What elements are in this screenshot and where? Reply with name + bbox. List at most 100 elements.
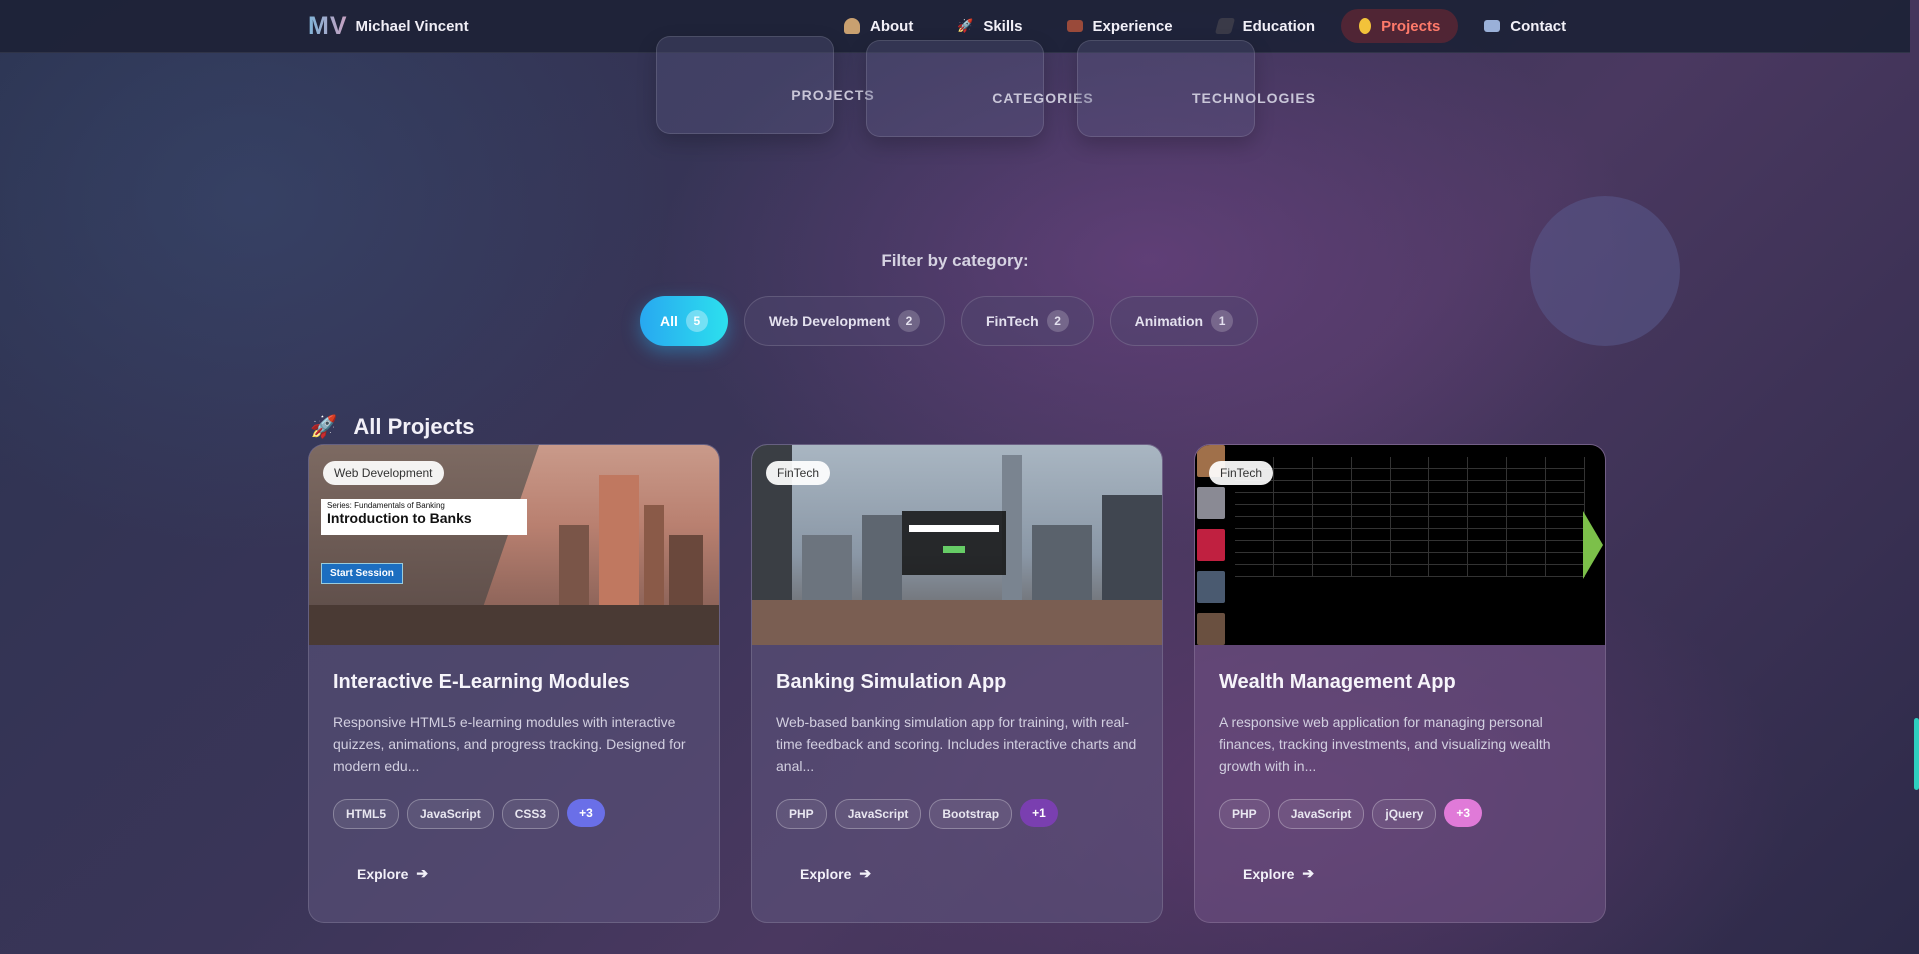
filter-chips: All 5 Web Development 2 FinTech 2 Animat… bbox=[640, 296, 1259, 346]
explore-label: Explore bbox=[357, 865, 409, 882]
tech-tags: HTML5 JavaScript CSS3 +3 bbox=[333, 799, 605, 829]
rocket-icon: 🚀 bbox=[957, 18, 974, 33]
tech-tag: CSS3 bbox=[501, 799, 560, 829]
nav-link-label: Education bbox=[1242, 17, 1316, 35]
card-title: Wealth Management App bbox=[1219, 671, 1456, 693]
explore-button[interactable]: Explore ➔ bbox=[1243, 865, 1314, 882]
card-title: Banking Simulation App bbox=[776, 671, 1007, 693]
chip-count: 2 bbox=[898, 310, 920, 332]
arrow-right-icon: ➔ bbox=[1302, 865, 1315, 881]
category-badge: FinTech bbox=[1209, 461, 1274, 485]
explore-label: Explore bbox=[800, 865, 852, 882]
photo bbox=[1197, 529, 1225, 561]
card-description: A responsive web application for managin… bbox=[1219, 714, 1551, 774]
section-title: 🚀 All Projects bbox=[310, 414, 474, 440]
modal-title bbox=[902, 515, 1006, 521]
tech-tag: Bootstrap bbox=[929, 799, 1013, 829]
scrollbar-thumb[interactable] bbox=[1914, 718, 1919, 790]
photo bbox=[1197, 613, 1225, 645]
brand-name: Michael Vincent bbox=[355, 18, 469, 35]
nav-link-projects[interactable]: Projects bbox=[1341, 9, 1459, 43]
person-icon bbox=[844, 18, 860, 34]
chip-count: 5 bbox=[685, 310, 708, 332]
project-card-wealth[interactable]: FinTech Wealth Management App A responsi… bbox=[1194, 444, 1606, 923]
filter-chip-animation[interactable]: Animation 1 bbox=[1109, 296, 1259, 346]
more-tags-badge: +3 bbox=[1444, 799, 1483, 827]
brand[interactable]: MV Michael Vincent bbox=[308, 12, 469, 41]
nav-link-about[interactable]: About bbox=[826, 9, 931, 43]
tech-tag: JavaScript bbox=[407, 799, 494, 829]
nav-link-experience[interactable]: Experience bbox=[1049, 9, 1191, 43]
explore-label: Explore bbox=[1243, 865, 1295, 882]
login-modal-preview bbox=[902, 511, 1006, 575]
more-tags-badge: +1 bbox=[1020, 799, 1058, 827]
nav-link-label: Contact bbox=[1510, 17, 1567, 35]
chip-count: 1 bbox=[1211, 310, 1234, 332]
slide-title-box: Series: Fundamentals of Banking Introduc… bbox=[321, 499, 527, 535]
card-title: Interactive E-Learning Modules bbox=[333, 671, 630, 693]
project-image: FinTech bbox=[1195, 445, 1605, 645]
next-arrow-icon bbox=[1583, 511, 1603, 579]
filter-chip-web-development[interactable]: Web Development 2 bbox=[743, 296, 945, 346]
project-image: Series: Fundamentals of Banking Introduc… bbox=[309, 445, 719, 645]
chip-count: 2 bbox=[1046, 310, 1069, 332]
data-table-preview bbox=[1235, 457, 1586, 605]
tech-tag: PHP bbox=[776, 799, 827, 829]
chip-label: FinTech bbox=[986, 313, 1039, 329]
brand-logo: MV bbox=[308, 12, 348, 40]
stat-technologies: TECHNOLOGIES bbox=[1077, 40, 1315, 137]
filter-label: Filter by category: bbox=[881, 251, 1029, 270]
slide-heading: Introduction to Banks bbox=[327, 510, 472, 526]
lightbulb-icon bbox=[1359, 18, 1372, 34]
stat-projects: PROJECTS bbox=[656, 36, 874, 134]
tech-tags: PHP JavaScript jQuery +3 bbox=[1219, 799, 1483, 829]
nav-link-education[interactable]: Education bbox=[1199, 9, 1334, 43]
section-title-text: All Projects bbox=[353, 414, 475, 439]
tech-tag: jQuery bbox=[1372, 799, 1437, 829]
photo bbox=[1197, 487, 1225, 519]
stat-categories: CATEGORIES bbox=[866, 40, 1093, 137]
arrow-right-icon: ➔ bbox=[859, 865, 872, 881]
chip-label: All bbox=[660, 313, 678, 329]
chip-label: Animation bbox=[1134, 313, 1204, 329]
nav-link-label: Experience bbox=[1092, 17, 1173, 35]
nav-link-contact[interactable]: Contact bbox=[1466, 9, 1584, 43]
briefcase-icon bbox=[1066, 20, 1083, 32]
filter-chip-fintech[interactable]: FinTech 2 bbox=[961, 296, 1094, 346]
arrow-right-icon: ➔ bbox=[416, 865, 429, 881]
decorative-circle bbox=[1530, 196, 1680, 346]
project-card-banking[interactable]: FinTech Banking Simulation App Web-based… bbox=[751, 444, 1163, 923]
card-description: Responsive HTML5 e-learning modules with… bbox=[333, 714, 686, 774]
start-session-button: Start Session bbox=[321, 563, 403, 584]
stat-label: TECHNOLOGIES bbox=[1191, 90, 1316, 106]
nav-link-label: Projects bbox=[1381, 17, 1441, 35]
nav-link-skills[interactable]: 🚀 Skills bbox=[939, 9, 1040, 43]
project-card-e-learning[interactable]: Series: Fundamentals of Banking Introduc… bbox=[308, 444, 720, 923]
photo bbox=[1197, 571, 1225, 603]
more-tags-badge: +3 bbox=[567, 799, 605, 827]
rocket-icon: 🚀 bbox=[310, 414, 338, 439]
nav-link-label: Skills bbox=[983, 17, 1023, 35]
explore-button[interactable]: Explore ➔ bbox=[357, 865, 428, 882]
tech-tag: PHP bbox=[1219, 799, 1270, 829]
explore-button[interactable]: Explore ➔ bbox=[800, 865, 871, 882]
category-badge: FinTech bbox=[766, 461, 831, 485]
filter-chip-all[interactable]: All 5 bbox=[640, 296, 728, 346]
category-badge: Web Development bbox=[323, 461, 444, 485]
modal-input bbox=[909, 525, 999, 532]
city-base bbox=[752, 600, 1162, 645]
tech-tag: JavaScript bbox=[1277, 799, 1365, 829]
nav-links: About 🚀 Skills Experience Education Proj… bbox=[826, 9, 1592, 43]
modal-button bbox=[943, 546, 965, 553]
card-description: Web-based banking simulation app for tra… bbox=[776, 714, 1137, 774]
city-base bbox=[309, 605, 719, 645]
chip-label: Web Development bbox=[768, 313, 890, 329]
project-image: FinTech bbox=[752, 445, 1162, 645]
graduation-icon bbox=[1214, 18, 1235, 34]
mail-icon bbox=[1484, 20, 1501, 32]
tech-tag: JavaScript bbox=[834, 799, 922, 829]
slide-series: Series: Fundamentals of Banking bbox=[327, 501, 445, 510]
nav-link-label: About bbox=[870, 17, 914, 35]
tech-tags: PHP JavaScript Bootstrap +1 bbox=[776, 799, 1058, 829]
tech-tag: HTML5 bbox=[333, 799, 399, 829]
